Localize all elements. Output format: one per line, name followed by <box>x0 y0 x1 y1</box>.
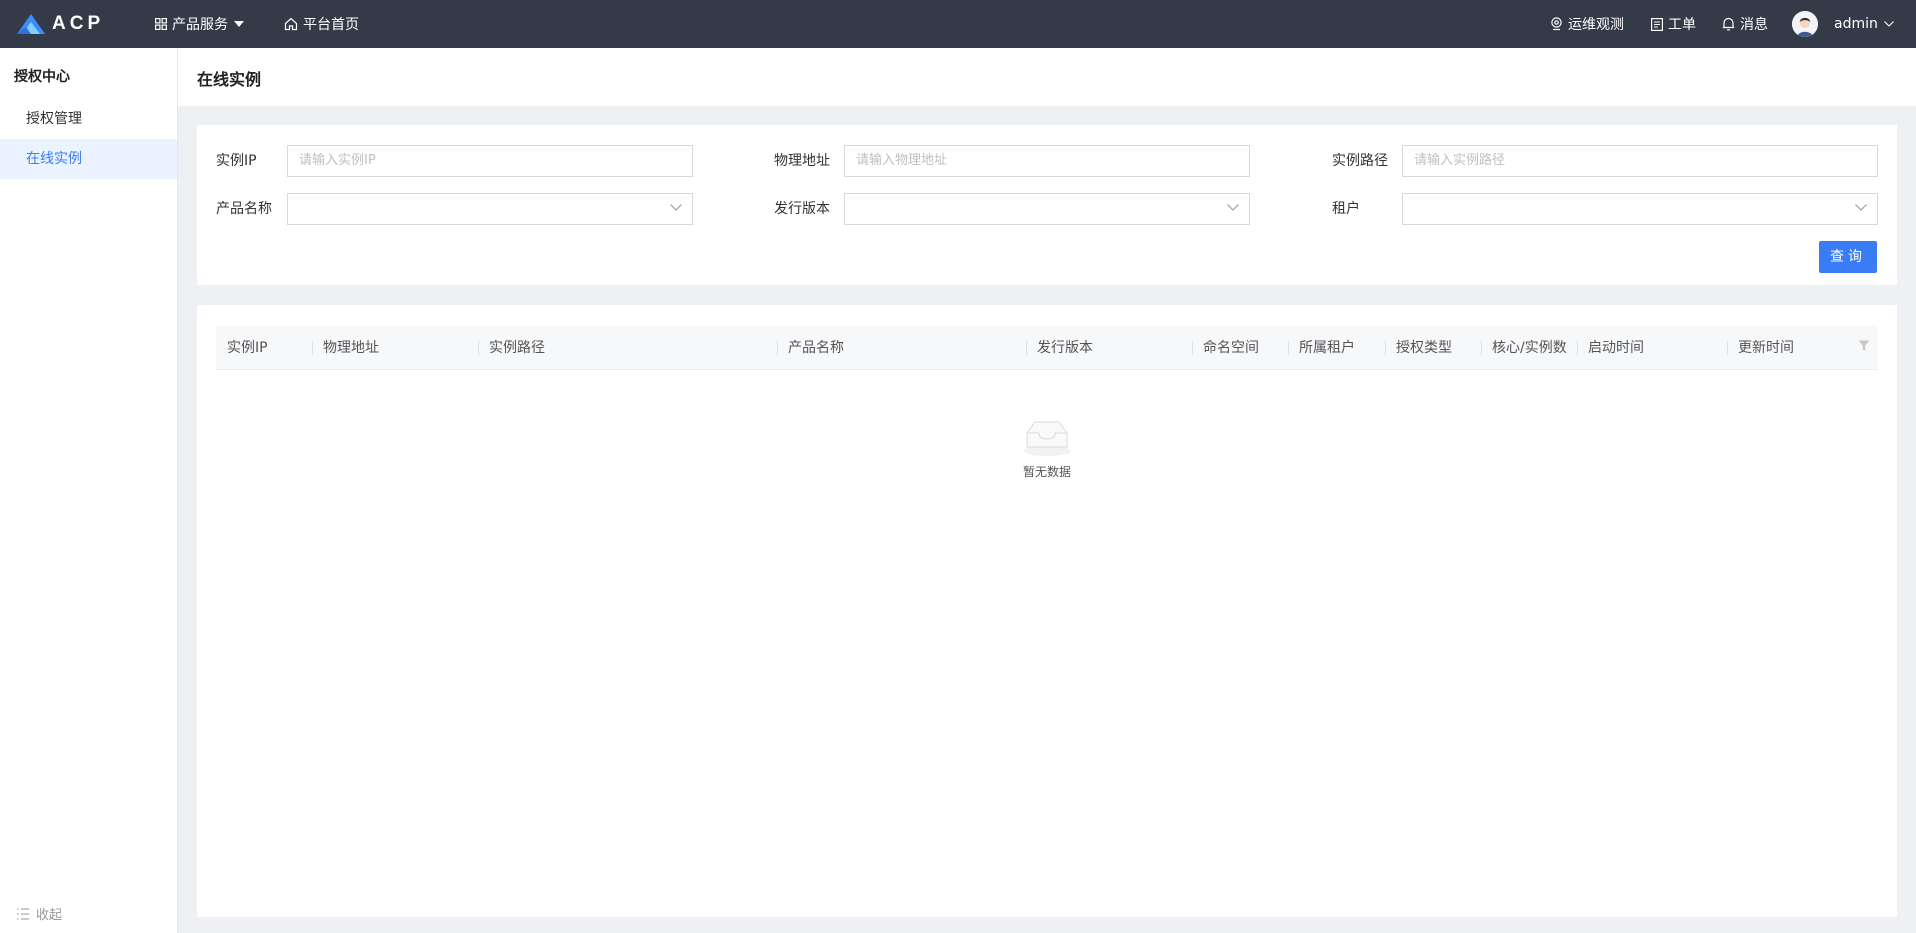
column-header-instance-path: 实例路径 <box>489 340 545 356</box>
chevron-down-icon <box>1855 204 1867 211</box>
avatar-icon <box>1792 11 1818 37</box>
column-header-tenant: 所属租户 <box>1299 340 1355 356</box>
physical-address-placeholder: 请输入物理地址 <box>856 153 948 168</box>
empty-state: 暂无数据 <box>197 415 1897 480</box>
release-version-label: 发行版本 <box>774 201 830 217</box>
top-navbar: ACP 产品服务 平台首页 运维观测 工单 消息 admin <box>0 0 1916 48</box>
instance-path-placeholder: 请输入实例路径 <box>1414 153 1506 168</box>
user-menu[interactable]: admin <box>1834 0 1894 48</box>
physical-address-label: 物理地址 <box>774 153 830 169</box>
platform-home-label: 平台首页 <box>303 17 359 33</box>
platform-home-link[interactable]: 平台首页 <box>284 0 359 48</box>
products-menu-label: 产品服务 <box>172 17 228 33</box>
collapse-label: 收起 <box>36 908 63 923</box>
ops-observe-link[interactable]: 运维观测 <box>1550 0 1624 48</box>
tickets-link[interactable]: 工单 <box>1651 0 1696 48</box>
ops-observe-label: 运维观测 <box>1568 17 1624 33</box>
product-name-label: 产品名称 <box>216 201 272 217</box>
sidebar: 授权中心 授权管理 在线实例 收起 <box>0 48 178 933</box>
products-menu[interactable]: 产品服务 <box>155 0 244 48</box>
user-name: admin <box>1834 16 1878 32</box>
acp-logo[interactable]: ACP <box>16 12 104 36</box>
query-button[interactable]: 查询 <box>1819 241 1877 273</box>
caret-down-icon <box>234 21 244 27</box>
tenant-select[interactable] <box>1402 193 1878 225</box>
tickets-label: 工单 <box>1668 17 1696 33</box>
bell-icon <box>1722 17 1735 31</box>
chevron-down-icon <box>1227 204 1239 211</box>
sidebar-collapse-button[interactable]: 收起 <box>16 904 62 923</box>
table-header: 实例IP 物理地址 实例路径 产品名称 发行版本 命名空间 所属租户 授权类型 … <box>216 326 1878 370</box>
page-title: 在线实例 <box>197 70 262 89</box>
column-header-namespace: 命名空间 <box>1203 340 1259 356</box>
messages-link[interactable]: 消息 <box>1722 0 1768 48</box>
brand-name: ACP <box>52 13 105 34</box>
sidebar-item-license-management[interactable]: 授权管理 <box>0 99 177 139</box>
column-header-physical-address: 物理地址 <box>323 340 379 356</box>
instance-ip-label: 实例IP <box>216 153 257 169</box>
empty-text: 暂无数据 <box>1022 465 1071 479</box>
user-avatar[interactable] <box>1792 11 1818 37</box>
chevron-down-icon <box>1883 21 1894 27</box>
filter-panel: 实例IP 请输入实例IP 物理地址 请输入物理地址 实例路径 请输入实例路径 产… <box>197 125 1897 285</box>
clipboard-icon <box>1651 17 1663 31</box>
location-icon <box>1550 17 1563 31</box>
column-header-instance-ip: 实例IP <box>227 340 268 356</box>
sidebar-item-online-instances[interactable]: 在线实例 <box>0 139 177 179</box>
tenant-label: 租户 <box>1332 201 1360 217</box>
column-header-product-name: 产品名称 <box>788 340 844 356</box>
instance-path-label: 实例路径 <box>1332 153 1388 169</box>
instance-path-input[interactable]: 请输入实例路径 <box>1402 145 1878 177</box>
column-header-start-time: 启动时间 <box>1588 340 1644 356</box>
physical-address-input[interactable]: 请输入物理地址 <box>844 145 1250 177</box>
column-header-update-time: 更新时间 <box>1738 340 1794 356</box>
release-version-select[interactable] <box>844 193 1250 225</box>
acp-logo-icon <box>17 14 45 34</box>
chevron-down-icon <box>670 204 682 211</box>
collapse-menu-icon <box>16 907 30 920</box>
empty-inbox-icon <box>1018 415 1076 461</box>
product-name-select[interactable] <box>287 193 693 225</box>
instances-table: 实例IP 物理地址 实例路径 产品名称 发行版本 命名空间 所属租户 授权类型 … <box>197 305 1897 917</box>
home-icon <box>284 17 298 31</box>
column-header-cores-instances: 核心/实例数 <box>1492 340 1567 356</box>
column-filter-icon[interactable] <box>1858 340 1870 352</box>
instance-ip-input[interactable]: 请输入实例IP <box>287 145 693 177</box>
messages-label: 消息 <box>1740 17 1768 33</box>
column-header-license-type: 授权类型 <box>1396 340 1452 356</box>
column-header-release-version: 发行版本 <box>1037 340 1093 356</box>
page-header: 在线实例 <box>178 48 1916 106</box>
grid-icon <box>155 18 167 30</box>
instance-ip-placeholder: 请输入实例IP <box>299 153 376 168</box>
sidebar-title: 授权中心 <box>14 69 70 85</box>
